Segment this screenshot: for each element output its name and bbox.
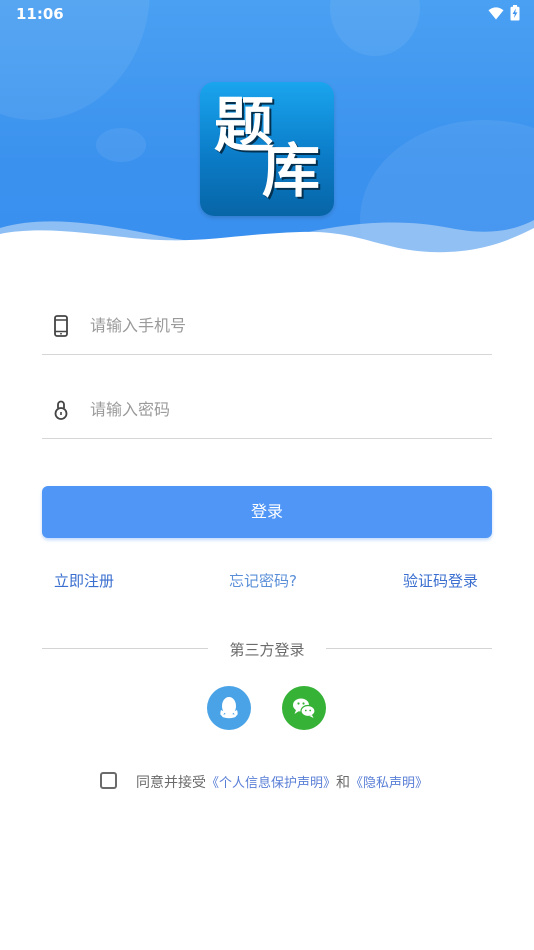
status-time: 11:06: [16, 5, 64, 23]
login-button[interactable]: 登录: [42, 486, 492, 538]
third-party-label: 第三方登录: [229, 641, 305, 659]
register-link[interactable]: 立即注册: [54, 570, 114, 591]
status-bar: 11:06: [0, 0, 534, 28]
phone-icon: [54, 315, 68, 337]
wechat-icon: [293, 698, 316, 718]
logo-char-ku: 库: [262, 137, 321, 205]
header-wave: [0, 220, 534, 270]
agreement-and: 和: [336, 775, 351, 791]
agree-checkbox[interactable]: [100, 772, 117, 789]
header-banner: 11:06 题 库: [0, 0, 534, 270]
decor-bubble: [96, 128, 146, 162]
sms-login-link[interactable]: 验证码登录: [403, 570, 478, 591]
forgot-password-link[interactable]: 忘记密码?: [229, 570, 297, 591]
lock-icon: [54, 400, 68, 420]
phone-field[interactable]: [42, 294, 492, 355]
privacy-link[interactable]: 《隐私声明》: [350, 776, 428, 791]
password-input[interactable]: [90, 390, 470, 428]
qq-login-button[interactable]: [207, 686, 251, 730]
app-logo: 题 库: [200, 82, 334, 216]
phone-input[interactable]: [90, 306, 470, 344]
wifi-icon: [488, 6, 504, 19]
agreement-prefix: 同意并接受: [136, 775, 206, 791]
qq-icon: [220, 697, 238, 719]
personal-info-link[interactable]: 《个人信息保护声明》: [206, 776, 336, 791]
password-field[interactable]: [42, 378, 492, 439]
battery-charging-icon: [510, 5, 520, 21]
wechat-login-button[interactable]: [282, 686, 326, 730]
agreement-text: 同意并接受《个人信息保护声明》和《隐私声明》: [136, 772, 428, 792]
status-icons: [488, 5, 520, 21]
